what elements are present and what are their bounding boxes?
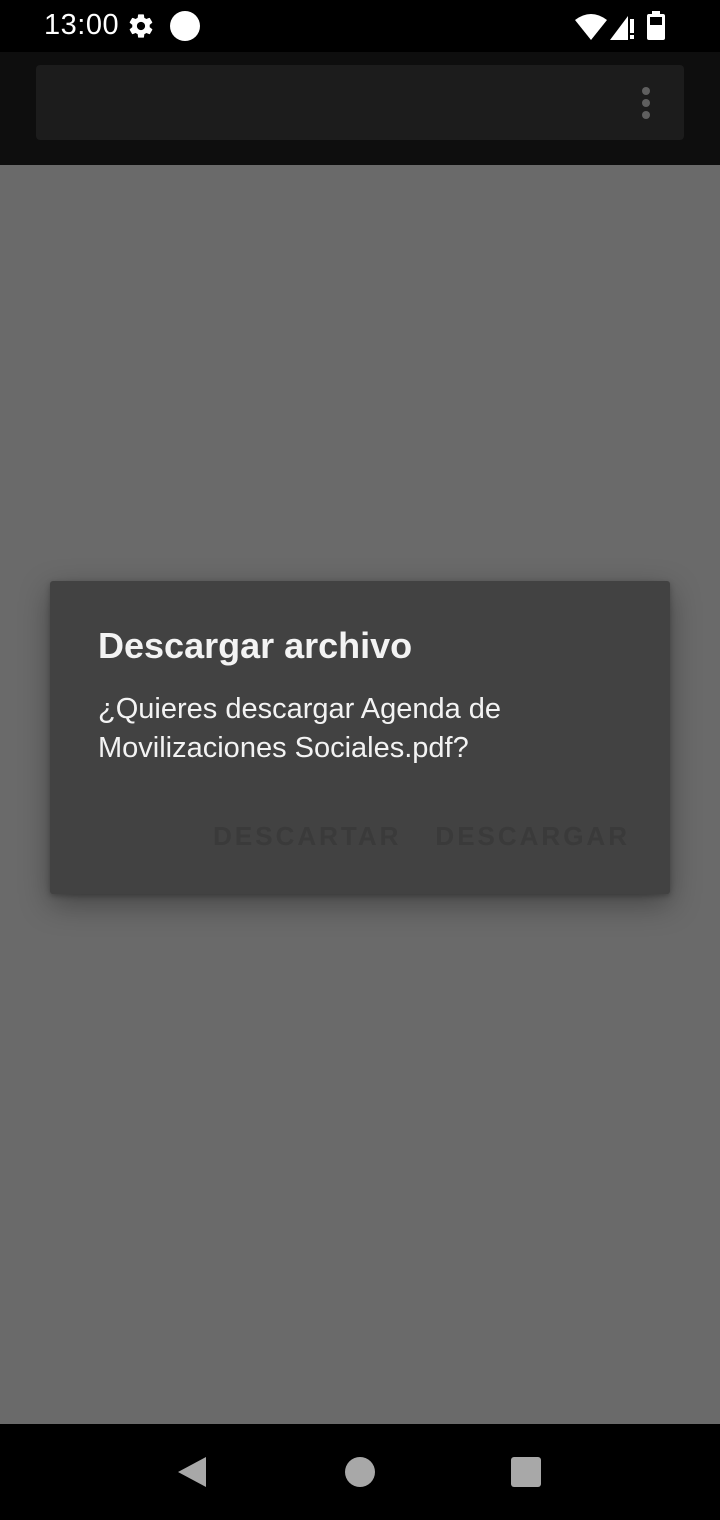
status-bar: 13:00: [0, 0, 720, 52]
status-time: 13:00: [44, 9, 120, 41]
app-bar: [0, 52, 720, 165]
dismiss-button[interactable]: DESCARTAR: [213, 821, 401, 852]
navigation-bar: [0, 1424, 720, 1520]
more-vert-icon[interactable]: [630, 85, 662, 121]
dialog-message: ¿Quieres descargar Agenda de Movilizacio…: [98, 693, 502, 764]
battery-icon: [647, 11, 665, 40]
signal-alert-icon: [610, 16, 634, 40]
gear-icon: [129, 14, 153, 38]
recents-icon[interactable]: [511, 1457, 541, 1487]
download-button[interactable]: DESCARGAR: [435, 821, 630, 852]
notification-dot-icon: [170, 11, 200, 41]
search-box[interactable]: [36, 65, 684, 140]
download-dialog: Descargar archivo ¿Quieres descargar Age…: [50, 581, 670, 894]
screen: 13:00 Descargar archivo ¿Quieres descarg…: [0, 0, 720, 1520]
back-icon[interactable]: [176, 1455, 208, 1489]
wifi-icon: [575, 14, 607, 40]
home-icon[interactable]: [345, 1457, 375, 1487]
dialog-title: Descargar archivo: [98, 625, 413, 666]
dialog-actions: DESCARTAR DESCARGAR: [213, 821, 630, 852]
